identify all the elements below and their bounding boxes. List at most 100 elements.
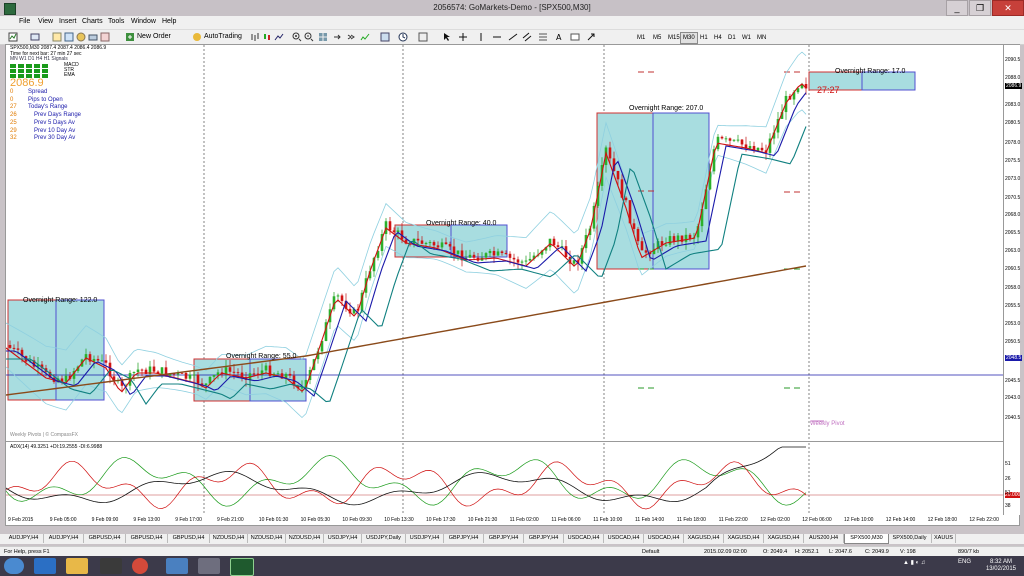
price-axis[interactable]: 2090.5 2088.0 2086.9 2083.0 2080.5 2078.0 2075… — [1003, 45, 1023, 515]
chart-tab[interactable]: GBPJPY,H4 — [444, 534, 484, 543]
menu-tools[interactable]: Tools — [108, 18, 124, 25]
candle-body — [388, 221, 392, 231]
fibonacci-icon[interactable] — [538, 32, 548, 42]
profiles-icon[interactable] — [30, 32, 40, 42]
language-indicator[interactable]: ENG — [958, 559, 971, 565]
timeframe-m1[interactable]: M1 — [634, 32, 648, 44]
chart-tab[interactable]: GBPUSD,H4 — [126, 534, 168, 543]
ie-icon[interactable] — [34, 558, 56, 574]
zoom-out-icon[interactable] — [304, 32, 314, 42]
time-axis-label: 9 Feb 05:00 — [49, 517, 77, 523]
periods-icon[interactable] — [398, 32, 408, 42]
templates-icon[interactable] — [418, 32, 428, 42]
text-tool-icon[interactable]: A — [554, 32, 564, 42]
cursor-icon[interactable] — [442, 32, 452, 42]
strategy-tester-icon[interactable] — [100, 32, 110, 42]
time-axis-label: 12 Feb 02:00 — [760, 517, 790, 523]
adx-pane[interactable]: ADX(14) 49.3251 +DI:19.2555 -DI:6.9988 — [6, 443, 1003, 515]
chart-tab[interactable]: XAGUSD,H4 — [724, 534, 764, 543]
chart-tab[interactable]: USDJPY,H4 — [324, 534, 362, 543]
timeframe-m30[interactable]: M30 — [680, 32, 698, 44]
menu-help[interactable]: Help — [162, 18, 176, 25]
time-axis-label: 10 Feb 09:30 — [342, 517, 372, 523]
chart-tab[interactable]: USDCAD,H4 — [604, 534, 644, 543]
chart-tab[interactable]: USDJPY,H4 — [406, 534, 444, 543]
new-chart-icon[interactable] — [8, 32, 18, 42]
horizontal-line-icon[interactable] — [492, 32, 502, 42]
chart-tab[interactable]: AUDJPY,H4 — [44, 534, 84, 543]
indicators-list-icon[interactable] — [380, 32, 390, 42]
autotrading-button[interactable]: AutoTrading — [204, 32, 242, 42]
chart-tab[interactable]: NZDUSD,H4 — [248, 534, 286, 543]
menu-view[interactable]: View — [38, 18, 53, 25]
timeframe-mn[interactable]: MN — [754, 32, 769, 44]
autoscroll-icon[interactable] — [346, 32, 356, 42]
chart-tab[interactable]: AUS200,H4 — [804, 534, 844, 543]
timeframe-h1[interactable]: H1 — [697, 32, 711, 44]
chart-tab[interactable]: GBPUSD,H4 — [168, 534, 210, 543]
tray-icons[interactable]: ▲ ▮ ◐ ♫ — [903, 559, 925, 566]
crosshair-icon[interactable] — [458, 32, 468, 42]
chart-tab[interactable]: GBPJPY,H4 — [484, 534, 524, 543]
media-icon[interactable] — [100, 558, 122, 574]
close-button[interactable]: ✕ — [992, 0, 1024, 16]
clock[interactable]: 8:32 AM 13/02/2015 — [986, 559, 1016, 573]
timeframe-m5[interactable]: M5 — [650, 32, 664, 44]
candle-body — [420, 240, 424, 244]
chart-tab[interactable]: XAUUS — [932, 534, 956, 543]
chart-shift-icon[interactable] — [332, 32, 342, 42]
chart-tab[interactable]: SPX500,Daily — [888, 534, 932, 543]
bar-chart-icon[interactable] — [250, 32, 260, 42]
maximize-button[interactable]: ❐ — [969, 0, 991, 16]
chart-tab[interactable]: SPX500,M30 — [844, 534, 889, 544]
start-button[interactable] — [4, 558, 24, 574]
menu-file[interactable]: File — [19, 18, 30, 25]
candle-body — [188, 374, 192, 379]
candle-body — [740, 139, 744, 145]
new-order-button[interactable]: New Order — [137, 32, 171, 42]
terminal-icon[interactable] — [88, 32, 98, 42]
zoom-in-icon[interactable] — [292, 32, 302, 42]
explorer-icon[interactable] — [66, 558, 88, 574]
adx-chart[interactable] — [6, 443, 1003, 515]
menu-charts[interactable]: Charts — [82, 18, 103, 25]
chart-tab[interactable]: USDCAD,H4 — [644, 534, 684, 543]
chart-window[interactable]: SPX500,M30 2087.4 2087.4 2086.4 2086.9 T… — [5, 44, 1023, 526]
tile-windows-icon[interactable] — [318, 32, 328, 42]
chart-tab[interactable]: XAGUSD,H4 — [764, 534, 804, 543]
chart-tab[interactable]: GBPJPY,H4 — [524, 534, 564, 543]
text-label-icon[interactable] — [570, 32, 580, 42]
trendline-icon[interactable] — [508, 32, 518, 42]
status-profile: Default — [642, 549, 660, 555]
data-window-icon[interactable] — [64, 32, 74, 42]
candle-body — [16, 348, 20, 350]
market-watch-icon[interactable] — [52, 32, 62, 42]
chart-tab[interactable]: USDCAD,H4 — [564, 534, 604, 543]
timeframe-h4[interactable]: H4 — [711, 32, 725, 44]
chart-tab[interactable]: NZDUSD,H4 — [286, 534, 324, 543]
chart-tab[interactable]: GBPUSD,H4 — [84, 534, 126, 543]
timeframe-d1[interactable]: D1 — [725, 32, 739, 44]
vertical-line-icon[interactable] — [476, 32, 486, 42]
minimize-button[interactable]: _ — [946, 0, 968, 16]
chart-tab[interactable]: NZDUSD,H4 — [210, 534, 248, 543]
indicators-icon[interactable] — [360, 32, 370, 42]
candlestick-icon[interactable] — [262, 32, 272, 42]
price-pane[interactable]: SPX500,M30 2087.4 2087.4 2086.4 2086.9 T… — [6, 45, 1003, 442]
arrows-icon[interactable] — [586, 32, 596, 42]
candle-body — [472, 254, 476, 258]
chart-tab[interactable]: AUDJPY,H4 — [4, 534, 44, 543]
app-icon[interactable] — [198, 558, 220, 574]
chart-tab[interactable]: XAGUSD,H4 — [684, 534, 724, 543]
chart-tab[interactable]: USDJPY,Daily — [362, 534, 406, 543]
chrome-icon[interactable] — [132, 558, 148, 574]
price-chart[interactable] — [6, 45, 1003, 441]
line-chart-icon[interactable] — [274, 32, 284, 42]
mt4-task-icon[interactable] — [230, 558, 254, 576]
timeframe-w1[interactable]: W1 — [739, 32, 754, 44]
menu-insert[interactable]: Insert — [59, 18, 77, 25]
notepad-icon[interactable] — [166, 558, 188, 574]
menu-window[interactable]: Window — [131, 18, 156, 25]
equidistant-channel-icon[interactable] — [522, 32, 532, 42]
navigator-icon[interactable] — [76, 32, 86, 42]
